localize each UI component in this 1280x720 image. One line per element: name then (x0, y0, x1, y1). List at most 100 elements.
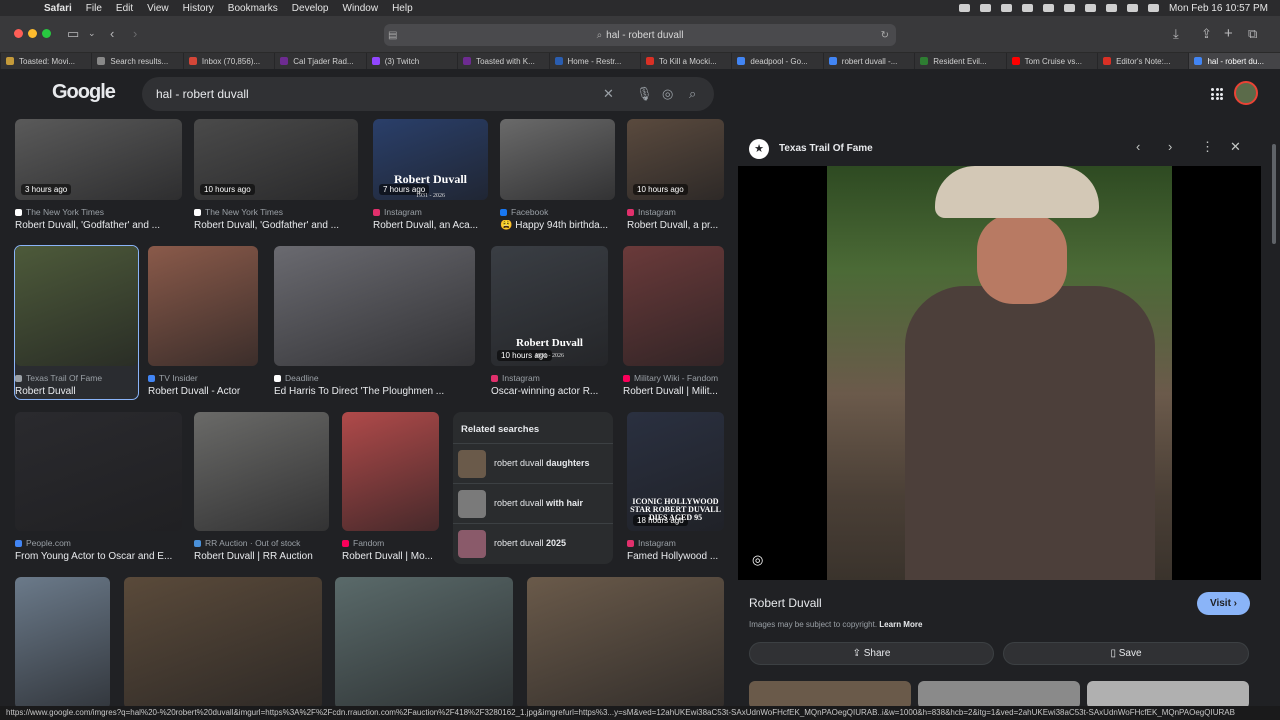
forward-icon[interactable]: › (133, 25, 137, 42)
result-title[interactable]: Robert Duvall - Actor (148, 386, 258, 397)
related-search-item[interactable]: robert duvall daughters (453, 443, 613, 483)
status-icon[interactable] (1085, 4, 1097, 12)
visit-button[interactable]: Visit › (1197, 592, 1250, 615)
result-title[interactable]: Robert Duvall, a pr... (627, 220, 724, 231)
related-search-item[interactable]: robert duvall with hair (453, 483, 613, 523)
learn-more-link[interactable]: Learn More (879, 620, 922, 629)
battery-icon[interactable] (1106, 4, 1118, 12)
tab-overview-icon[interactable]: ⧉ (1248, 25, 1257, 42)
image-result[interactable]: 3 hours ago The New York Times Robert Duva… (15, 119, 182, 233)
image-result[interactable] (124, 577, 322, 709)
minimize-window-button[interactable] (28, 29, 37, 38)
browser-tab[interactable]: deadpool - Go... (731, 53, 822, 69)
save-button[interactable]: ▯ Save (1003, 642, 1249, 665)
status-icon[interactable] (1001, 4, 1013, 12)
search-input[interactable]: hal - robert duvall (156, 87, 249, 101)
downloads-icon[interactable]: ⤓ (1173, 25, 1179, 42)
zoom-window-button[interactable] (42, 29, 51, 38)
image-result[interactable]: 7 hours ago Instagram Robert Duvall, an Ac… (373, 119, 488, 233)
related-search-item[interactable]: robert duvall 2025 (453, 523, 613, 563)
moon-icon[interactable] (1064, 4, 1076, 12)
preview-image[interactable]: ◎ (738, 166, 1261, 580)
image-result[interactable] (15, 577, 110, 709)
search-icon[interactable]: ⌕ (689, 86, 696, 102)
image-result[interactable]: 10 hours ago Instagram Oscar-winning actor… (491, 246, 608, 399)
google-logo[interactable]: Google (52, 81, 116, 104)
scrollbar[interactable] (1270, 119, 1278, 709)
image-result[interactable] (335, 577, 513, 709)
result-title[interactable]: Robert Duvall, 'Godfather' and ... (15, 220, 182, 231)
previous-icon[interactable]: ‹ (1136, 139, 1140, 154)
related-image-thumbnail[interactable] (749, 681, 911, 709)
menu-develop[interactable]: Develop (292, 3, 329, 14)
lens-icon[interactable]: ◎ (752, 552, 763, 568)
new-tab-icon[interactable]: + (1224, 25, 1233, 42)
reload-icon[interactable]: ↻ (881, 30, 889, 41)
image-result[interactable]: 10 hours ago Instagram Robert Duvall, a pr… (627, 119, 724, 233)
apps-grid-icon[interactable] (1211, 88, 1223, 100)
status-icon[interactable] (980, 4, 992, 12)
menu-app[interactable]: Safari (44, 3, 72, 14)
cloud-icon[interactable] (959, 4, 971, 12)
menu-view[interactable]: View (147, 3, 169, 14)
menu-help[interactable]: Help (392, 3, 413, 14)
status-icon[interactable] (1022, 4, 1034, 12)
image-result[interactable]: Facebook 😩 Happy 94th birthda... (500, 119, 615, 233)
result-title[interactable]: Robert Duvall, 'Godfather' and ... (194, 220, 358, 231)
browser-tab[interactable]: Toasted: Movi... (0, 53, 91, 69)
image-result[interactable]: Texas Trail Of Fame Robert Duvall (14, 245, 139, 400)
result-title[interactable]: Robert Duvall | RR Auction (194, 551, 329, 562)
menu-file[interactable]: File (86, 3, 102, 14)
result-title[interactable]: Robert Duvall | Milit... (623, 386, 724, 397)
browser-tab[interactable]: Tom Cruise vs... (1005, 53, 1097, 69)
browser-tab[interactable]: hal - robert du... (1188, 53, 1280, 69)
browser-tab[interactable]: Home - Restr... (548, 53, 640, 69)
menu-window[interactable]: Window (343, 3, 379, 14)
result-title[interactable]: Robert Duvall, an Aca... (373, 220, 488, 231)
next-icon[interactable]: › (1168, 139, 1172, 154)
browser-tab[interactable]: (3) Twitch (365, 53, 457, 69)
address-bar[interactable]: ▤ ⌕ hal - robert duvall ↻ (384, 24, 896, 46)
page-menu-icon[interactable]: ▤ (388, 30, 397, 41)
image-result[interactable]: RR Auction · Out of stock Robert Duvall |… (194, 412, 329, 564)
back-icon[interactable]: ‹ (110, 25, 114, 42)
result-title[interactable]: 😩 Happy 94th birthda... (500, 220, 615, 231)
menu-bookmarks[interactable]: Bookmarks (228, 3, 278, 14)
image-result[interactable]: Deadline Ed Harris To Direct 'The Ploughm… (274, 246, 475, 399)
result-title[interactable]: Robert Duvall (15, 386, 138, 397)
share-icon[interactable]: ⇪ (1201, 25, 1212, 42)
microphone-icon[interactable]: 🎙 (636, 86, 653, 102)
image-result[interactable]: TV Insider Robert Duvall - Actor (148, 246, 258, 399)
browser-tab[interactable]: robert duvall -... (822, 53, 914, 69)
image-result[interactable]: People.com From Young Actor to Oscar and … (15, 412, 182, 564)
avatar[interactable] (1234, 81, 1258, 105)
lens-icon[interactable]: ◎ (662, 86, 673, 102)
menu-edit[interactable]: Edit (116, 3, 133, 14)
result-title[interactable]: Oscar-winning actor R... (491, 386, 608, 397)
close-icon[interactable]: ✕ (1230, 139, 1241, 155)
image-result[interactable]: 18 hours ago Instagram Famed Hollywood ...… (627, 412, 724, 564)
result-title[interactable]: Robert Duvall | Mo... (342, 551, 439, 562)
more-options-icon[interactable]: ⋮ (1201, 139, 1214, 155)
image-result[interactable]: Fandom Robert Duvall | Mo... (342, 412, 439, 564)
browser-tab[interactable]: Inbox (70,856)... (182, 53, 274, 69)
search-icon[interactable] (1043, 4, 1055, 12)
menu-history[interactable]: History (183, 3, 214, 14)
clear-icon[interactable]: ✕ (603, 86, 614, 102)
browser-tab[interactable]: Search results... (91, 53, 182, 69)
browser-tab[interactable]: To Kill a Mocki... (639, 53, 731, 69)
browser-tab[interactable]: Cal Tjader Rad... (274, 53, 365, 69)
browser-tab[interactable]: Resident Evil... (914, 53, 1005, 69)
image-result[interactable]: 10 hours ago The New York Times Robert Duv… (194, 119, 358, 233)
search-box[interactable]: hal - robert duvall ✕ 🎙 ◎ ⌕ (142, 77, 714, 111)
image-result[interactable]: Military Wiki - Fandom Robert Duvall | Mi… (623, 246, 724, 399)
share-button[interactable]: ⇪ Share (749, 642, 994, 665)
sidebar-icon[interactable]: ▭ (67, 25, 79, 42)
browser-tab[interactable]: Editor's Note:... (1097, 53, 1188, 69)
result-title[interactable]: From Young Actor to Oscar and E... (15, 551, 182, 562)
result-title[interactable]: Famed Hollywood ... (627, 551, 724, 562)
wifi-icon[interactable] (1127, 4, 1139, 12)
result-title[interactable]: Ed Harris To Direct 'The Ploughmen ... (274, 386, 475, 397)
related-image-thumbnail[interactable] (918, 681, 1080, 709)
preview-title[interactable]: Robert Duvall (749, 596, 822, 610)
